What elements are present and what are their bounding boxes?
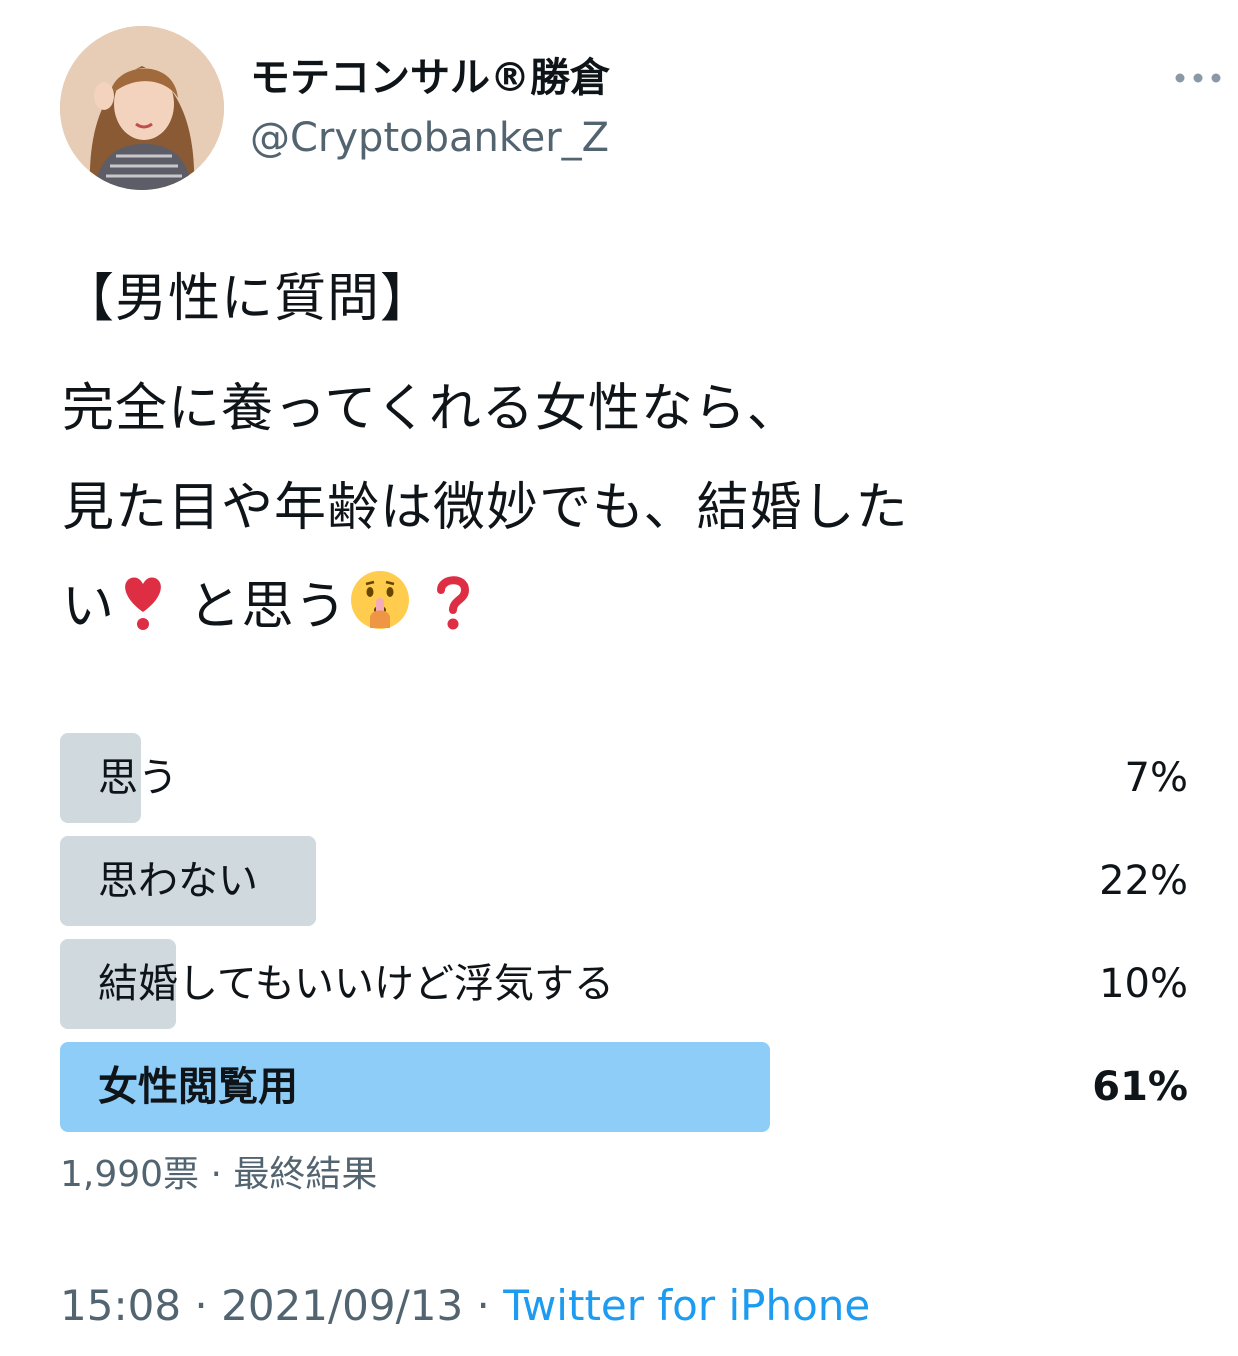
- tweet-line-3: 見た目や年齢は微妙でも、結婚した: [62, 478, 909, 538]
- tweet-line-4-start: い: [62, 577, 116, 637]
- poll-option: 結婚してもいいけど浮気する 10%: [60, 939, 1188, 1029]
- poll: 思う 7% 思わない 22% 結婚してもいいけど浮気する 10% 女性閲覧用 6…: [60, 733, 1188, 1145]
- poll-option-percent: 22%: [1099, 858, 1188, 904]
- author-display-name[interactable]: モテコンサル®勝倉: [250, 52, 610, 104]
- poll-meta: 1,990票 · 最終結果: [60, 1150, 377, 1200]
- poll-option: 思わない 22%: [60, 836, 1188, 926]
- poll-option: 思う 7%: [60, 733, 1188, 823]
- tweet-text: 【男性に質問】 完全に養ってくれる女性なら、 見た目や年齢は微妙でも、結婚した …: [62, 250, 1192, 657]
- tweet-date[interactable]: 2021/09/13: [221, 1281, 463, 1330]
- poll-status: 最終結果: [233, 1154, 378, 1195]
- author-avatar[interactable]: [60, 26, 224, 190]
- tweet-line-1: 【男性に質問】: [62, 269, 434, 329]
- shushing-face-icon: [350, 571, 409, 629]
- red-question-mark-icon: [437, 576, 470, 630]
- footer-separator: ·: [181, 1281, 222, 1330]
- poll-option-percent: 10%: [1099, 961, 1188, 1007]
- more-icon: [1175, 73, 1221, 83]
- tweet-footer: 15:08 · 2021/09/13 · Twitter for iPhone: [60, 1278, 870, 1334]
- poll-meta-separator: ·: [199, 1154, 234, 1195]
- tweet-line-4-end: と思う: [188, 577, 348, 637]
- more-options-button[interactable]: [1170, 60, 1226, 96]
- heavy-heart-exclamation-icon: [125, 577, 161, 630]
- poll-option-percent: 61%: [1092, 1064, 1188, 1110]
- poll-vote-count: 1,990票: [60, 1154, 200, 1195]
- poll-option-label: 結婚してもいいけど浮気する: [98, 961, 614, 1007]
- tweet-line-2: 完全に養ってくれる女性なら、: [62, 379, 800, 439]
- poll-option-label: 思わない: [98, 858, 258, 904]
- poll-option-winner: 女性閲覧用 61%: [60, 1042, 1188, 1132]
- author-handle[interactable]: @Cryptobanker_Z: [250, 112, 609, 164]
- tweet-line-4: い と思う: [62, 558, 1192, 657]
- poll-option-label: 女性閲覧用: [98, 1064, 298, 1110]
- tweet-source-link[interactable]: Twitter for iPhone: [503, 1281, 870, 1330]
- poll-option-percent: 7%: [1124, 755, 1188, 801]
- poll-option-label: 思う: [98, 755, 178, 801]
- avatar-photo: [60, 26, 224, 190]
- tweet-time[interactable]: 15:08: [60, 1281, 181, 1330]
- footer-separator: ·: [463, 1281, 504, 1330]
